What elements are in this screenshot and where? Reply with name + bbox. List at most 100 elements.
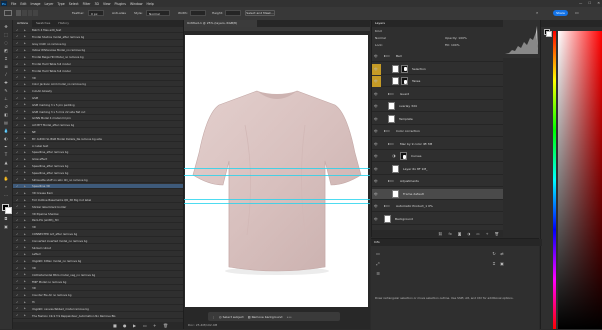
pen-tool-icon[interactable]: ✒	[3, 144, 9, 149]
subtract-selection-icon[interactable]	[27, 10, 33, 16]
action-row[interactable]: ✓ ▶ GSM marking 3 x 5 mini 22 side flat cu…	[13, 110, 183, 115]
layer-row[interactable]: 👁 overlay 3d4	[372, 101, 503, 112]
expand-arrow-icon[interactable]: ▶	[24, 226, 26, 229]
toggle-check-icon[interactable]: ✓	[16, 157, 19, 161]
marquee-tool-icon[interactable]	[4, 10, 12, 16]
dodge-tool-icon[interactable]: ◐	[3, 136, 9, 141]
antialias-label[interactable]: Anti-alias	[112, 11, 126, 15]
crop-tool-icon[interactable]: ⌗	[3, 56, 9, 61]
curves-adjustment-icon[interactable]: ◑	[392, 153, 398, 158]
select-and-mask-button[interactable]: Select and Mask...	[245, 10, 275, 16]
frame-tool-icon[interactable]: ⊠	[3, 64, 9, 69]
guide-line[interactable]	[184, 168, 370, 169]
menu-select[interactable]: Select	[69, 2, 79, 6]
expand-arrow-icon[interactable]: ▶	[24, 124, 26, 127]
toggle-check-icon[interactable]: ✓	[16, 110, 19, 113]
expand-arrow-icon[interactable]: ▶	[24, 287, 26, 290]
toggle-check-icon[interactable]: ✓	[16, 28, 19, 32]
expand-arrow-icon[interactable]: ▶	[24, 103, 26, 106]
expand-arrow-icon[interactable]: ▶	[24, 29, 26, 32]
object-select-tool-icon[interactable]: ◩	[3, 48, 9, 53]
expand-arrow-icon[interactable]: ▶	[24, 273, 26, 276]
new-selection-icon[interactable]	[16, 10, 21, 16]
toggle-check-icon[interactable]: ✓	[16, 171, 19, 174]
menu-edit[interactable]: Edit	[20, 2, 26, 6]
toggle-check-icon[interactable]: ✓	[16, 130, 19, 134]
action-row[interactable]: ✓ ▶ FoX Outline Basemarks QR_3D Big Cut la…	[13, 198, 183, 204]
expand-arrow-icon[interactable]: ▶	[24, 151, 26, 154]
folder-icon[interactable]: ▸▭	[388, 178, 394, 183]
action-row[interactable]: ✓ ▶ Pack-Pix (width)_3D	[13, 218, 183, 224]
brush-tool-icon[interactable]: ✎	[3, 88, 9, 93]
layer-thumbnail[interactable]	[392, 164, 399, 173]
toggle-check-icon[interactable]: ✓	[16, 137, 19, 140]
quick-mask-icon[interactable]: ◘	[3, 216, 9, 221]
toggle-check-icon[interactable]: ✓	[16, 96, 19, 100]
toggle-check-icon[interactable]: ✓	[16, 123, 19, 127]
action-row[interactable]: ✓ ▶ 3D Pipeline Shadow	[13, 212, 183, 217]
blur-tool-icon[interactable]: 💧	[3, 128, 9, 133]
action-row[interactable]: ✓ ▶ The Fashion Click T-S Reppeinteur_Auto…	[13, 314, 183, 319]
toggle-check-icon[interactable]: ✓	[16, 62, 19, 66]
action-row[interactable]: ✓ ▶ CONNECTED Act_after remove bg	[13, 232, 183, 238]
expand-arrow-icon[interactable]: ▶	[24, 56, 26, 59]
action-row[interactable]: ✓ ▶ Color Jackson Acid model_no remove bg	[13, 82, 183, 88]
visibility-eye-icon[interactable]: 👁	[374, 79, 378, 83]
layer-thumbnail[interactable]	[392, 64, 399, 73]
background-color-swatch[interactable]	[5, 207, 12, 214]
new-layer-icon[interactable]: +	[486, 232, 489, 236]
tab-swatches[interactable]: Swatches	[32, 20, 54, 27]
healing-tool-icon[interactable]: ✚	[3, 80, 9, 85]
layer-row[interactable]: 👁 ▸▭ Guard	[372, 89, 503, 100]
stop-icon[interactable]: ■	[113, 323, 117, 328]
record-icon[interactable]: ●	[123, 323, 127, 328]
menu-filter[interactable]: Filter	[83, 2, 91, 6]
delete-icon[interactable]: 🗑	[163, 323, 168, 328]
new-set-icon[interactable]: ▭	[143, 323, 147, 328]
expand-arrow-icon[interactable]: ▶	[24, 307, 26, 310]
add-selection-icon[interactable]	[21, 10, 27, 16]
blend-mode-select[interactable]: Normal	[375, 36, 386, 40]
layer-thumbnail[interactable]	[392, 189, 399, 198]
visibility-eye-icon[interactable]: 👁	[374, 67, 378, 71]
visibility-eye-icon[interactable]: 👁	[374, 154, 378, 158]
info-panel-title[interactable]: Info	[371, 239, 542, 246]
action-row[interactable]: ✓ ▶ Cut-All Already	[13, 89, 183, 95]
color-picker-field[interactable]	[558, 31, 602, 329]
photoshop-logo[interactable]: Ps	[1, 1, 7, 6]
action-row[interactable]: ✓ ▶ A: label text	[13, 144, 183, 149]
toggle-check-icon[interactable]: ✓	[16, 103, 19, 106]
expand-arrow-icon[interactable]: ▶	[24, 294, 26, 297]
action-row[interactable]: ✓ ▶ NE	[13, 130, 183, 136]
expand-arrow-icon[interactable]: ▶	[24, 110, 26, 113]
action-row[interactable]: ✓ ▶ GSM marking 3 x 5 pro padding	[13, 103, 183, 108]
action-row[interactable]: ✓ ▶ FNIF Model no remove bg	[13, 280, 183, 285]
document-tab[interactable]: Untitled-1 @ 25% (layers, RGB/8)	[184, 20, 257, 27]
toggle-check-icon[interactable]: ✓	[16, 232, 19, 236]
style-select[interactable]: Normal	[146, 10, 170, 16]
action-row[interactable]: ✓ ▶ 3D	[13, 286, 183, 292]
action-row[interactable]: ✓ ▶ Speedline_after remove bg	[13, 171, 183, 176]
action-row[interactable]: ✓ ▶ Frontal Hard Table full model	[13, 69, 183, 74]
remove-background-button[interactable]: Remove background	[252, 315, 283, 319]
toggle-check-icon[interactable]: ✓	[16, 69, 19, 72]
action-row[interactable]: ✓ ▶ Frontal Beige HD Model_no remove bg	[13, 55, 183, 61]
layer-row[interactable]: 👁 ▸▭ Automatic Product_1 0%	[372, 201, 503, 212]
eyedropper-tool-icon[interactable]: ⁄	[3, 72, 9, 77]
gradient-tool-icon[interactable]: ▤	[3, 120, 9, 125]
visibility-eye-icon[interactable]: 👁	[374, 104, 378, 108]
action-row[interactable]: ✓ ▶ Batch 4 files edit_test	[13, 28, 183, 34]
toggle-check-icon[interactable]: ✓	[16, 266, 19, 270]
action-row[interactable]: ✓ ▶ 3D Crease Item	[13, 191, 183, 197]
guide-line[interactable]	[184, 203, 370, 204]
action-row[interactable]: ✓ ▶ Imgs9D: Kitten model_no remove bg	[13, 259, 183, 265]
layer-mask-thumbnail[interactable]	[401, 64, 408, 73]
visibility-eye-icon[interactable]: 👁	[374, 92, 378, 96]
action-row[interactable]: ✓ ▶ Glow effect	[13, 157, 183, 163]
action-row[interactable]: ✓ ▶ Sticker label black border	[13, 205, 183, 210]
expand-arrow-icon[interactable]: ▶	[24, 35, 26, 38]
expand-arrow-icon[interactable]: ▶	[24, 144, 26, 147]
select-subject-button[interactable]: Select subject	[223, 315, 244, 319]
eraser-tool-icon[interactable]: ◧	[3, 112, 9, 117]
action-row[interactable]: ✓ ▶ 3D	[13, 266, 183, 272]
